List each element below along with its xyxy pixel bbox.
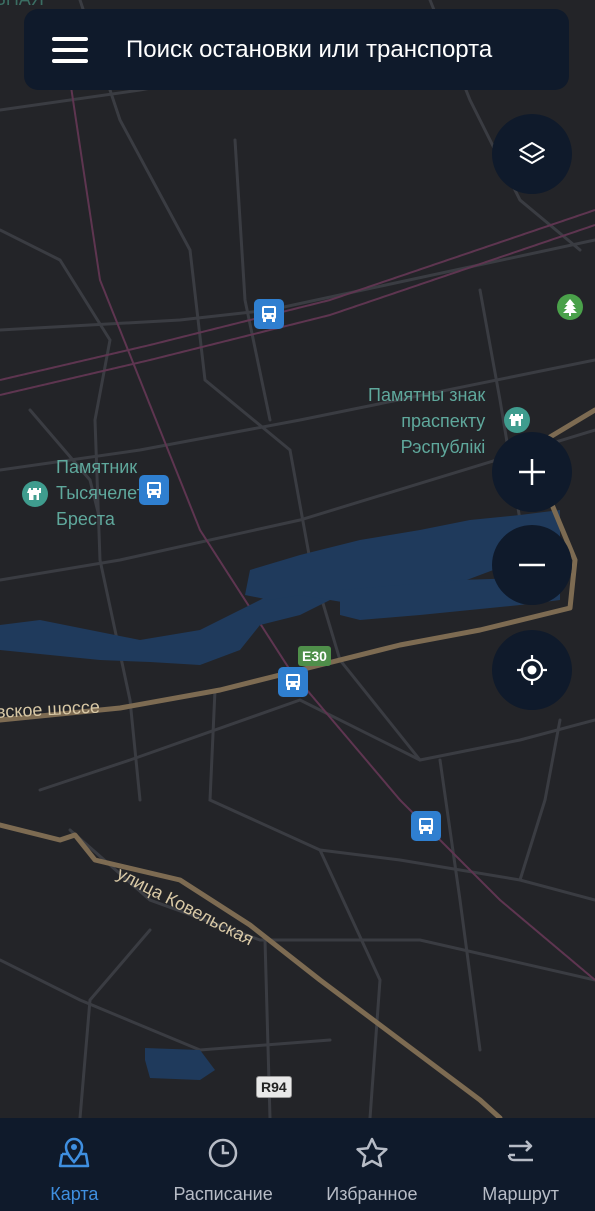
route-icon — [505, 1136, 537, 1170]
layers-button[interactable] — [492, 114, 572, 194]
castle-icon — [27, 488, 41, 500]
route-shield-e30: E30 — [298, 646, 331, 666]
star-icon — [355, 1136, 389, 1170]
transit-stop-marker[interactable] — [254, 299, 284, 329]
transit-stop-marker[interactable] — [411, 811, 441, 841]
map-pin-icon — [57, 1136, 91, 1170]
nav-label-route: Маршрут — [482, 1184, 559, 1204]
nav-item-schedule[interactable]: Расписание — [149, 1118, 298, 1211]
zoom-out-button[interactable] — [492, 525, 572, 605]
bus-icon — [262, 306, 276, 322]
castle-icon — [509, 414, 523, 426]
menu-icon[interactable] — [52, 36, 88, 63]
nav-label-schedule: Расписание — [173, 1184, 273, 1204]
transit-stop-marker[interactable] — [139, 475, 169, 505]
transit-stop-marker[interactable] — [278, 667, 308, 697]
place-label-republic-sign[interactable]: Памятны знак праспекту Рэспублікі — [368, 382, 485, 460]
nav-item-map[interactable]: Карта — [0, 1118, 149, 1211]
tree-icon — [563, 299, 577, 316]
bus-icon — [419, 818, 433, 834]
minus-icon — [519, 563, 545, 567]
nav-item-route[interactable]: Маршрут — [446, 1118, 595, 1211]
bottom-navigation: Карта Расписание Избранное Маршрут — [0, 1118, 595, 1211]
nav-item-favorites[interactable]: Избранное — [298, 1118, 447, 1211]
plus-icon — [519, 459, 545, 485]
search-bar — [24, 9, 569, 90]
monument-poi-icon-republic[interactable] — [504, 407, 530, 433]
clock-icon — [207, 1136, 239, 1170]
zoom-in-button[interactable] — [492, 432, 572, 512]
nav-label-favorites: Избранное — [326, 1184, 418, 1204]
park-poi-icon[interactable] — [557, 294, 583, 320]
route-shield-r94: R94 — [256, 1076, 292, 1098]
nav-label-map: Карта — [50, 1184, 99, 1204]
locate-icon — [517, 655, 547, 685]
bus-icon — [147, 482, 161, 498]
bus-icon — [286, 674, 300, 690]
search-input[interactable] — [124, 34, 548, 65]
map-view[interactable]: ЬНАЯ Памятны знак праспекту Рэспублікі П… — [0, 0, 595, 1118]
layers-icon — [519, 142, 545, 164]
monument-poi-icon-millennium[interactable] — [22, 481, 48, 507]
locate-me-button[interactable] — [492, 630, 572, 710]
